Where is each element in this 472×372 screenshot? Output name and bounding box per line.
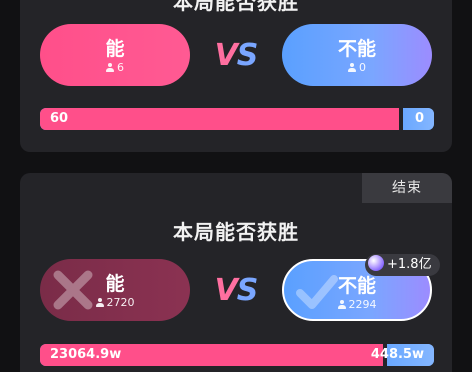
vote-yes-count-row: 6 — [40, 61, 190, 74]
gift-icon — [368, 255, 384, 271]
vote-no-count-row: 2294 — [284, 298, 430, 311]
vote-no-count-row: 0 — [282, 61, 432, 74]
vote-progress-yes-value: 60 — [50, 111, 69, 126]
vote-progress-yes-fill — [40, 108, 399, 130]
vote-progress-bar: 60 0 — [40, 108, 434, 130]
vote-yes-label: 能 — [105, 38, 125, 60]
vote-yes-count-row: 2720 — [40, 296, 190, 309]
vote-yes-button[interactable]: 能 2720 — [40, 259, 190, 321]
vote-progress-bar: 23064.9w 448.5w — [40, 344, 434, 366]
vote-progress-no-value: 0 — [414, 111, 424, 126]
vote-no-count: 0 — [359, 61, 366, 74]
battle-title: 本局能否获胜 — [173, 220, 299, 244]
status-badge: 结束 — [362, 173, 452, 203]
battle-card: 本局能否获胜 能 6 VS 不能 0 60 0 — [20, 0, 452, 152]
gift-badge[interactable]: +1.8亿 — [365, 254, 440, 276]
person-icon — [95, 298, 104, 307]
person-icon — [106, 63, 114, 72]
person-icon — [348, 63, 356, 72]
vote-progress-yes-value: 23064.9w — [50, 347, 122, 362]
gift-badge-value: +1.8亿 — [387, 257, 432, 272]
vote-no-count: 2294 — [348, 298, 377, 311]
vote-no-button[interactable]: 不能 0 — [282, 24, 432, 86]
person-icon — [337, 300, 346, 309]
battle-title: 本局能否获胜 — [173, 0, 299, 14]
vote-yes-button[interactable]: 能 6 — [40, 24, 190, 86]
vote-progress-no-value: 448.5w — [370, 347, 424, 362]
vote-yes-count: 6 — [117, 61, 124, 74]
vs-label: VS — [214, 38, 259, 73]
vote-no-label: 不能 — [337, 38, 376, 60]
vote-yes-label: 能 — [105, 273, 125, 295]
vs-label: VS — [214, 273, 259, 308]
vote-yes-count: 2720 — [106, 296, 135, 309]
battle-card-ended: 结束 本局能否获胜 能 2720 VS 不能 2294 +1.8亿 23064.… — [20, 173, 452, 372]
live-quiz-screen: 本局能否获胜 能 6 VS 不能 0 60 0 结束 本局能否获胜 能 2720… — [0, 0, 472, 372]
